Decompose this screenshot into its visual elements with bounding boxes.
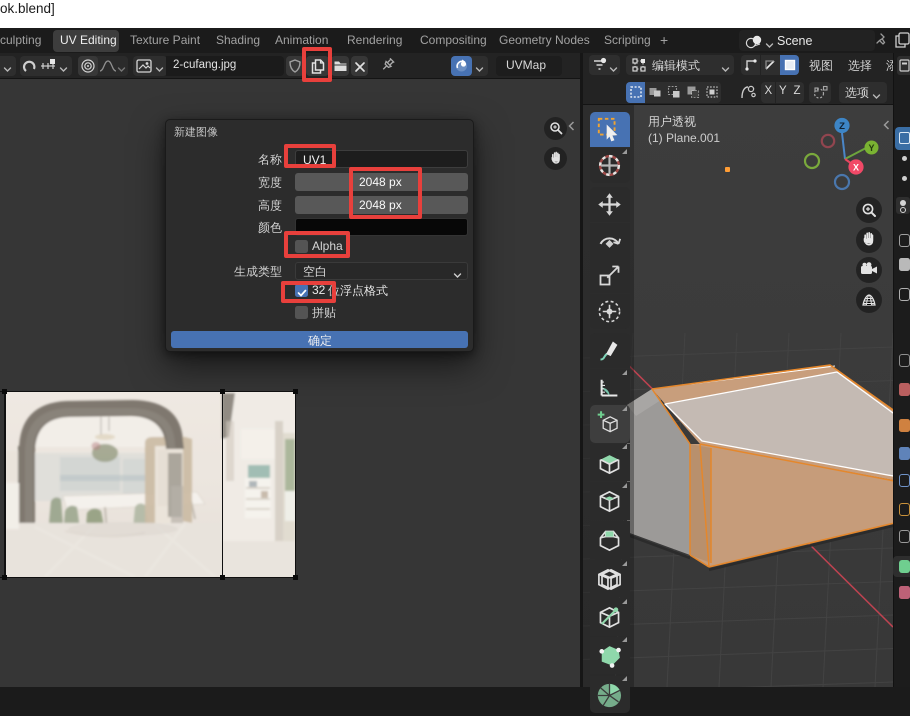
svg-text:Z: Z bbox=[839, 121, 845, 132]
svg-text:Y: Y bbox=[868, 143, 874, 153]
svg-text:X: X bbox=[853, 163, 859, 173]
